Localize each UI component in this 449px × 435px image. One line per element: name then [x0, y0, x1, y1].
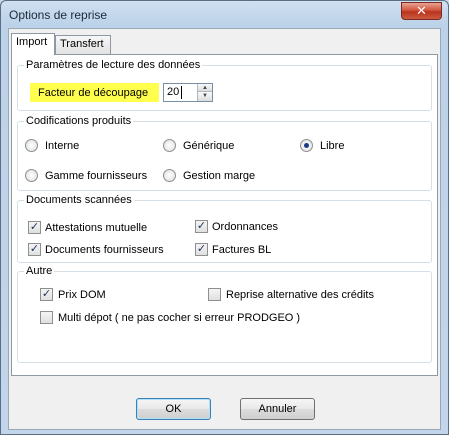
tab-import[interactable]: Import [11, 33, 55, 55]
dialog-window: Options de reprise ✕ Import Transfert Pa… [0, 0, 449, 435]
check-icon: ✓ [41, 288, 52, 300]
check-icon: ✓ [29, 243, 40, 255]
radio-gestion-marge[interactable] [163, 169, 176, 182]
radio-gamme-fournisseurs-label: Gamme fournisseurs [45, 170, 148, 182]
group-codifications: Codifications produits Interne Générique… [17, 114, 432, 191]
close-icon: ✕ [416, 3, 427, 18]
radio-interne-label: Interne [45, 140, 80, 152]
group-codifications-legend: Codifications produits [24, 114, 134, 128]
checkbox-prix-dom-label: Prix DOM [58, 289, 106, 301]
facteur-stepper[interactable]: 20 ▲ ▼ [163, 83, 213, 102]
checkbox-documents-fournisseurs[interactable]: ✓ [28, 243, 41, 256]
tab-transfert[interactable]: Transfert [55, 35, 111, 54]
facteur-label: Facteur de découpage [38, 87, 149, 99]
checkbox-ordonnances-label: Ordonnances [212, 221, 279, 233]
check-icon: ✓ [29, 221, 40, 233]
radio-generique[interactable] [163, 139, 176, 152]
group-lecture: Paramètres de lecture des données Facteu… [17, 58, 432, 111]
group-documents-legend: Documents scannées [24, 193, 134, 207]
radio-generique-label: Générique [183, 140, 235, 152]
title-bar[interactable]: Options de reprise ✕ [1, 1, 448, 27]
ok-button[interactable]: OK [136, 398, 211, 420]
spin-down-button[interactable]: ▼ [197, 92, 212, 101]
dialog-client: Import Transfert Paramètres de lecture d… [8, 28, 441, 430]
cancel-button[interactable]: Annuler [240, 398, 315, 420]
group-autre-legend: Autre [24, 264, 55, 278]
radio-gamme-fournisseurs[interactable] [25, 169, 38, 182]
group-autre: Autre ✓ Prix DOM Reprise alternative des… [17, 264, 432, 363]
radio-libre[interactable] [300, 139, 313, 152]
checkbox-prix-dom[interactable]: ✓ [40, 288, 53, 301]
checkbox-documents-fournisseurs-label: Documents fournisseurs [45, 244, 164, 256]
checkbox-reprise-alternative-label: Reprise alternative des crédits [226, 289, 374, 301]
radio-gestion-marge-label: Gestion marge [183, 170, 256, 182]
window-title: Options de reprise [9, 8, 108, 22]
tab-panel-import: Paramètres de lecture des données Facteu… [11, 54, 438, 376]
facteur-value[interactable]: 20 [167, 86, 179, 98]
checkbox-factures-bl[interactable]: ✓ [195, 243, 208, 256]
group-documents: Documents scannées ✓ Attestations mutuel… [17, 193, 432, 263]
check-icon: ✓ [196, 220, 207, 232]
spin-buttons: ▲ ▼ [197, 84, 212, 101]
spin-up-button[interactable]: ▲ [197, 84, 212, 92]
text-caret [181, 86, 182, 99]
checkbox-reprise-alternative[interactable] [208, 288, 221, 301]
radio-libre-label: Libre [320, 140, 345, 152]
close-button[interactable]: ✕ [401, 2, 442, 20]
checkbox-attestations-mutuelle-label: Attestations mutuelle [45, 222, 148, 234]
arrow-up-icon: ▲ [202, 85, 208, 91]
checkbox-attestations-mutuelle[interactable]: ✓ [28, 221, 41, 234]
checkbox-factures-bl-label: Factures BL [212, 244, 272, 256]
checkbox-multi-depot[interactable] [40, 311, 53, 324]
arrow-down-icon: ▼ [202, 93, 208, 99]
check-icon: ✓ [196, 243, 207, 255]
group-lecture-legend: Paramètres de lecture des données [24, 58, 203, 72]
radio-interne[interactable] [25, 139, 38, 152]
checkbox-multi-depot-label: Multi dépot ( ne pas cocher si erreur PR… [58, 312, 301, 324]
checkbox-ordonnances[interactable]: ✓ [195, 220, 208, 233]
